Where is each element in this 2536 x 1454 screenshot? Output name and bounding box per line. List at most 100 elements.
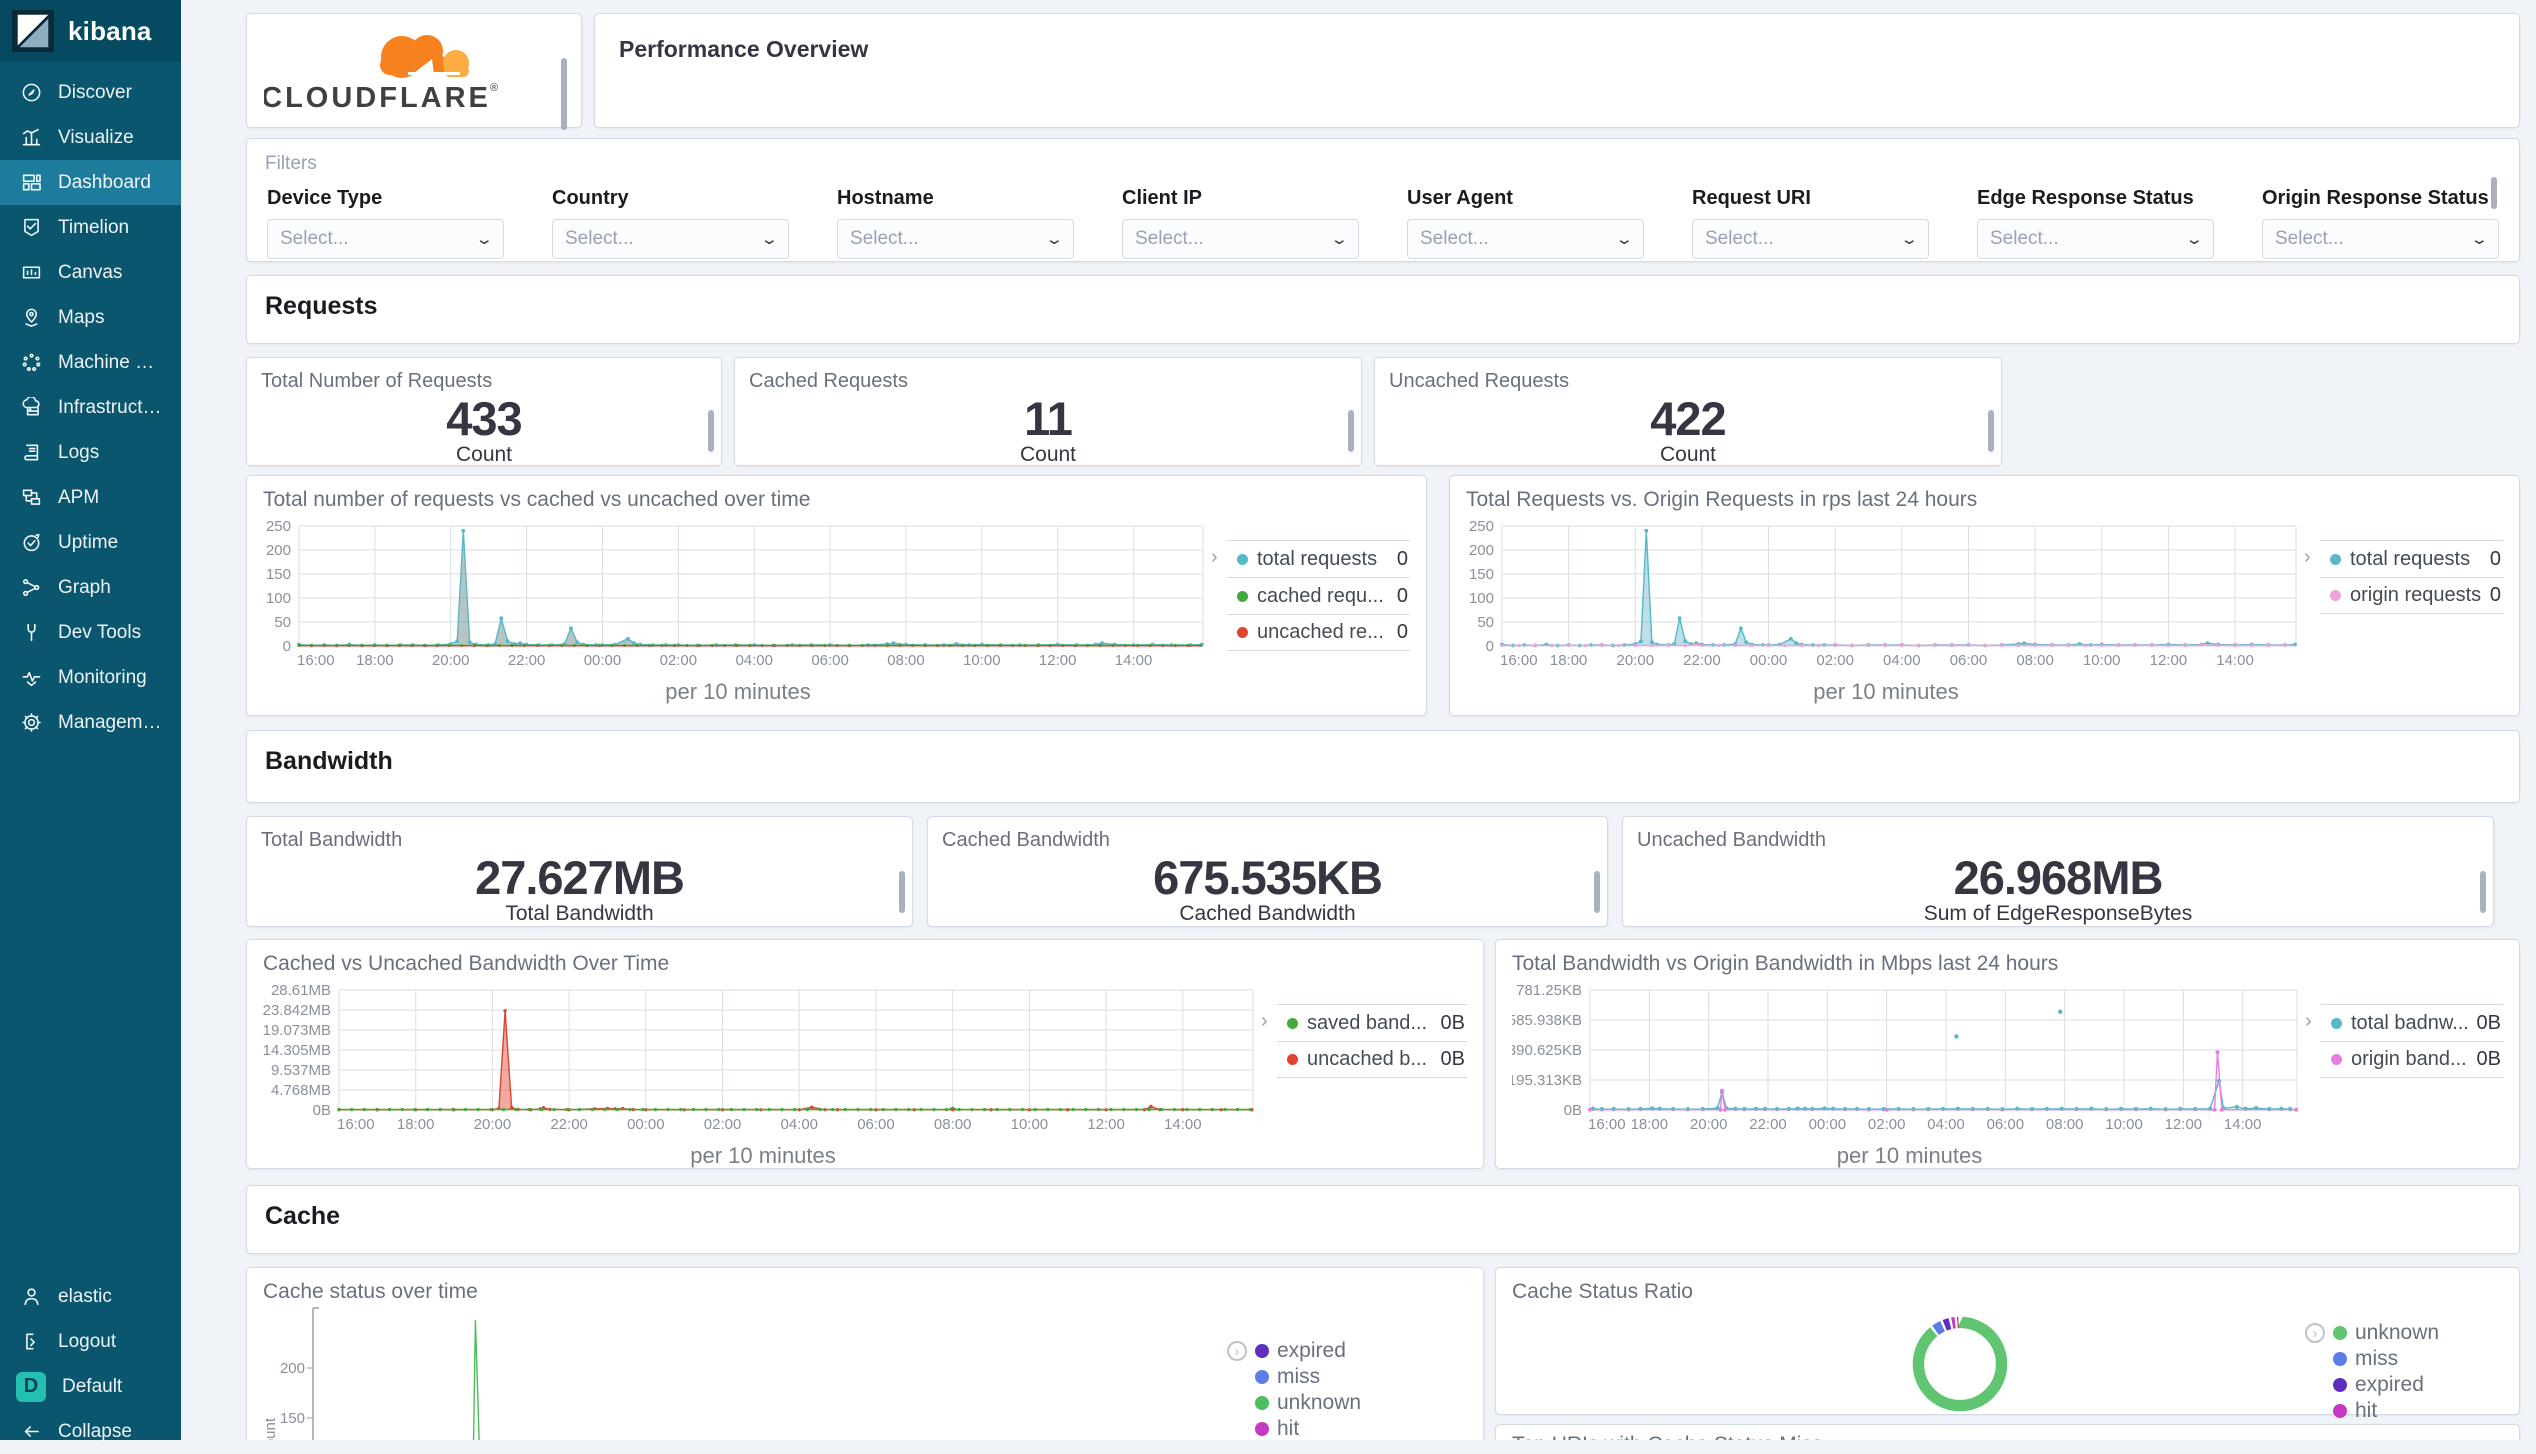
legend-item-hit[interactable]: hit bbox=[2333, 1398, 2503, 1424]
bar-chart-icon bbox=[21, 127, 42, 148]
metric-value: 433 bbox=[261, 395, 707, 442]
device-type-select[interactable]: Select...⌄ bbox=[267, 219, 504, 259]
ratio-legend: ›unknown miss expired hit bbox=[2333, 1320, 2503, 1424]
legend-item-total-bandwidth[interactable]: total badnw...0B bbox=[2321, 1004, 2503, 1041]
legend-item-total-requests[interactable]: total requests0 bbox=[1227, 540, 1410, 577]
bandwidth-over-time-chart[interactable]: 0B4.768MB9.537MB14.305MB19.073MB23.842MB… bbox=[263, 980, 1263, 1143]
legend-expand-icon[interactable]: › bbox=[1227, 1341, 1247, 1361]
sidebar-item-canvas[interactable]: Canvas bbox=[0, 250, 181, 295]
sidebar-item-visualize[interactable]: Visualize bbox=[0, 115, 181, 160]
sidebar-item-uptime[interactable]: Uptime bbox=[0, 520, 181, 565]
bandwidth-vs-origin-chart[interactable]: 0B195.313KB390.625KB585.938KB781.25KB16:… bbox=[1512, 980, 2307, 1143]
legend-item-uncached-requests[interactable]: uncached re...0 bbox=[1227, 614, 1410, 651]
legend-item-origin-requests[interactable]: origin requests0 bbox=[2320, 577, 2503, 614]
svg-text:16:00: 16:00 bbox=[1588, 1116, 1626, 1133]
wrench-icon bbox=[21, 622, 42, 643]
sidebar-item-apm[interactable]: APM bbox=[0, 475, 181, 520]
chevron-down-icon: ⌄ bbox=[760, 230, 779, 248]
svg-text:150: 150 bbox=[1469, 566, 1494, 583]
sidebar-item-management[interactable]: Management bbox=[0, 700, 181, 745]
origin-response-status-select[interactable]: Select...⌄ bbox=[2262, 219, 2499, 259]
legend-item-total-requests[interactable]: total requests0 bbox=[2320, 540, 2503, 577]
legend-collapse-icon[interactable]: › bbox=[2305, 1010, 2312, 1033]
legend-item-unknown[interactable]: unknown bbox=[1255, 1390, 1467, 1416]
space-badge: D bbox=[16, 1372, 46, 1402]
sidebar-item-discover[interactable]: Discover bbox=[0, 70, 181, 115]
legend-item-cached-requests[interactable]: cached requ...0 bbox=[1227, 577, 1410, 614]
dashboard-content: CLOUDFLARE ® Performance Overview Filter… bbox=[181, 0, 2536, 1440]
panel-scrollbar[interactable] bbox=[708, 410, 714, 452]
filter-origin-response-status: Origin Response Status Select...⌄ bbox=[2262, 187, 2499, 259]
legend-item-miss[interactable]: miss bbox=[2333, 1346, 2503, 1372]
panel-scrollbar[interactable] bbox=[2491, 177, 2497, 209]
sidebar-item-maps[interactable]: Maps bbox=[0, 295, 181, 340]
svg-text:390.625KB: 390.625KB bbox=[1512, 1042, 1582, 1059]
legend-collapse-icon[interactable]: › bbox=[1211, 546, 1218, 569]
panel-scrollbar[interactable] bbox=[1348, 410, 1354, 452]
cache-status-ratio-donut[interactable] bbox=[1908, 1312, 2012, 1416]
svg-text:14:00: 14:00 bbox=[2224, 1116, 2262, 1133]
infrastructure-cloud-icon bbox=[21, 397, 42, 418]
requests-over-time-chart[interactable]: 05010015020025016:0018:0020:0022:0000:00… bbox=[263, 516, 1213, 679]
bandwidth-over-time-chart-panel: Cached vs Uncached Bandwidth Over Time 0… bbox=[246, 939, 1484, 1169]
sidebar-item-timelion[interactable]: Timelion bbox=[0, 205, 181, 250]
svg-text:00:00: 00:00 bbox=[1750, 652, 1788, 669]
canvas-frame-icon bbox=[21, 262, 42, 283]
sidebar-item-graph[interactable]: Graph bbox=[0, 565, 181, 610]
cache-status-over-time-chart[interactable]: Count200150100500 bbox=[263, 1304, 1223, 1440]
panel-scrollbar[interactable] bbox=[2480, 871, 2486, 913]
panel-scrollbar[interactable] bbox=[899, 871, 905, 913]
legend-item-saved-bandwidth[interactable]: saved band...0B bbox=[1277, 1004, 1467, 1041]
user-agent-select[interactable]: Select...⌄ bbox=[1407, 219, 1644, 259]
requests-vs-origin-chart[interactable]: 05010015020025016:0018:0020:0022:0000:00… bbox=[1466, 516, 2306, 679]
sidebar-item-space-default[interactable]: D Default bbox=[0, 1364, 181, 1409]
legend-item-uncached-bandwidth[interactable]: uncached b...0B bbox=[1277, 1041, 1467, 1078]
svg-text:04:00: 04:00 bbox=[735, 652, 773, 669]
hostname-select[interactable]: Select...⌄ bbox=[837, 219, 1074, 259]
edge-response-status-select[interactable]: Select...⌄ bbox=[1977, 219, 2214, 259]
legend-item-expired[interactable]: expired bbox=[2333, 1372, 2503, 1398]
series-dot bbox=[2330, 554, 2341, 565]
svg-text:02:00: 02:00 bbox=[660, 652, 698, 669]
legend-collapse-icon[interactable]: › bbox=[1261, 1010, 1268, 1033]
svg-text:100: 100 bbox=[1469, 590, 1494, 607]
sidebar-item-collapse[interactable]: Collapse bbox=[0, 1409, 181, 1454]
sidebar-item-logout[interactable]: Logout bbox=[0, 1319, 181, 1364]
legend-item-origin-bandwidth[interactable]: origin band...0B bbox=[2321, 1041, 2503, 1078]
svg-text:04:00: 04:00 bbox=[1883, 652, 1921, 669]
request-uri-select[interactable]: Select...⌄ bbox=[1692, 219, 1929, 259]
sidebar-item-dashboard[interactable]: Dashboard bbox=[0, 160, 181, 205]
sidebar-item-machine-learning[interactable]: Machine Le... bbox=[0, 340, 181, 385]
panel-scrollbar[interactable] bbox=[1594, 871, 1600, 913]
svg-text:02:00: 02:00 bbox=[704, 1116, 742, 1133]
sidebar-item-monitoring[interactable]: Monitoring bbox=[0, 655, 181, 700]
client-ip-select[interactable]: Select...⌄ bbox=[1122, 219, 1359, 259]
legend-item-expired[interactable]: ›expired bbox=[1255, 1338, 1467, 1364]
sidebar-item-dev-tools[interactable]: Dev Tools bbox=[0, 610, 181, 655]
legend-expand-icon[interactable]: › bbox=[2305, 1323, 2325, 1343]
svg-text:18:00: 18:00 bbox=[397, 1116, 435, 1133]
series-dot bbox=[1255, 1370, 1269, 1384]
legend-item-hit[interactable]: hit bbox=[1255, 1416, 1467, 1440]
panel-scrollbar[interactable] bbox=[561, 58, 567, 130]
metric-value: 26.968MB bbox=[1637, 854, 2479, 901]
svg-text:06:00: 06:00 bbox=[857, 1116, 895, 1133]
svg-text:08:00: 08:00 bbox=[2046, 1116, 2084, 1133]
svg-text:195.313KB: 195.313KB bbox=[1512, 1072, 1582, 1089]
sidebar-item-logs[interactable]: Logs bbox=[0, 430, 181, 475]
legend-item-miss[interactable]: miss bbox=[1255, 1364, 1467, 1390]
sidebar-item-user[interactable]: elastic bbox=[0, 1274, 181, 1319]
sidebar-item-infrastructure[interactable]: Infrastructure bbox=[0, 385, 181, 430]
svg-text:14:00: 14:00 bbox=[1164, 1116, 1202, 1133]
series-dot bbox=[1255, 1344, 1269, 1358]
panel-scrollbar[interactable] bbox=[1988, 410, 1994, 452]
chart-legend: › total requests0 cached requ...0 uncach… bbox=[1227, 540, 1410, 705]
chevron-down-icon: ⌄ bbox=[2470, 230, 2489, 248]
svg-text:4.768MB: 4.768MB bbox=[271, 1082, 331, 1099]
legend-collapse-icon[interactable]: › bbox=[2304, 546, 2311, 569]
svg-text:06:00: 06:00 bbox=[1987, 1116, 2025, 1133]
series-dot bbox=[2333, 1378, 2347, 1392]
country-select[interactable]: Select...⌄ bbox=[552, 219, 789, 259]
legend-item-unknown[interactable]: ›unknown bbox=[2333, 1320, 2503, 1346]
cache-heading: Cache bbox=[265, 1202, 2501, 1231]
